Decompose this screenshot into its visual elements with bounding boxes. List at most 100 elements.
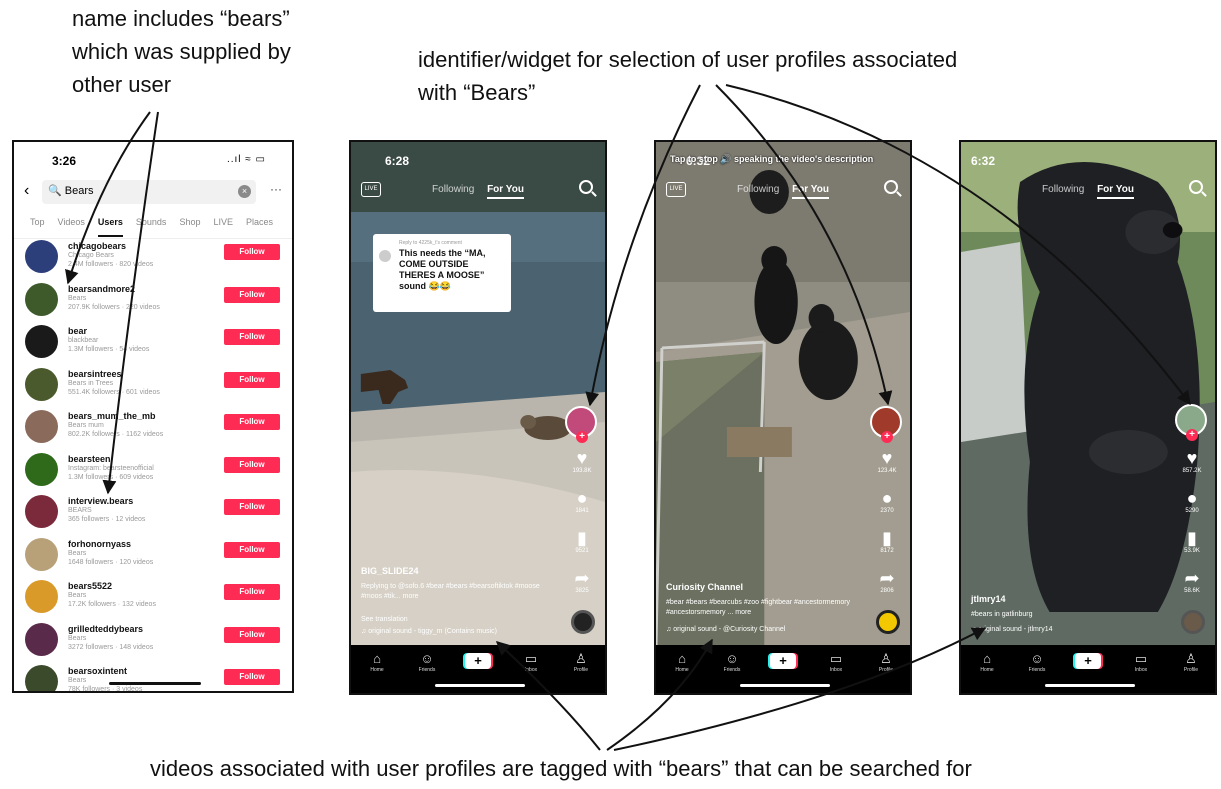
sound-label[interactable]: ♫ original sound - tiggy_m (Contains mus… xyxy=(361,628,497,635)
creator-profile-widget[interactable]: + xyxy=(870,406,902,443)
username[interactable]: bear xyxy=(68,326,87,336)
nav-friends[interactable]: ☺ Friends xyxy=(712,651,752,673)
avatar[interactable] xyxy=(25,580,58,613)
save-button[interactable]: ▮ 9521 xyxy=(571,528,593,554)
create-button[interactable]: + xyxy=(465,653,491,669)
tab-users[interactable]: Users xyxy=(97,214,123,237)
comment-button[interactable]: ● 1841 xyxy=(571,488,593,514)
user-result-row[interactable]: grilledteddybears Bears 3272 followers · 1… xyxy=(14,619,292,662)
tab-places[interactable]: Places xyxy=(246,214,273,238)
search-icon[interactable] xyxy=(579,180,593,194)
tab-top[interactable]: Top xyxy=(30,214,45,238)
follow-button[interactable]: Follow xyxy=(224,584,280,600)
nav-inbox[interactable]: ▭ Inbox xyxy=(1121,651,1161,673)
username[interactable]: bears5522 xyxy=(68,581,112,591)
tab-videos[interactable]: Videos xyxy=(58,214,85,238)
create-button[interactable]: + xyxy=(770,653,796,669)
tab-sounds[interactable]: Sounds xyxy=(136,214,167,238)
author-name[interactable]: jtlmry14 xyxy=(971,594,1006,604)
follow-button[interactable]: Follow xyxy=(224,669,280,685)
nav-friends[interactable]: ☺ Friends xyxy=(407,651,447,673)
search-input[interactable]: 🔍 Bears × xyxy=(42,180,256,204)
username[interactable]: grilledteddybears xyxy=(68,624,143,634)
search-icon[interactable] xyxy=(1189,180,1203,194)
like-button[interactable]: ♥ 193.8K xyxy=(571,448,593,474)
username[interactable]: chicagobears xyxy=(68,241,126,251)
creator-profile-widget[interactable]: + xyxy=(565,406,597,443)
save-button[interactable]: ▮ 53.9K xyxy=(1181,528,1203,554)
user-result-row[interactable]: bears_mum_the_mb Bears mum 802.2K follower… xyxy=(14,406,292,449)
nav-home[interactable]: ⌂ Home xyxy=(357,651,397,673)
music-disc-icon[interactable] xyxy=(876,610,900,634)
video-caption[interactable]: #bears in gatlinburg xyxy=(971,610,1171,620)
nav-home[interactable]: ⌂ Home xyxy=(662,651,702,673)
create-button[interactable]: + xyxy=(1075,653,1101,669)
share-button[interactable]: ➦ 58.6K xyxy=(1181,568,1203,594)
share-button[interactable]: ➦ 3825 xyxy=(571,568,593,594)
follow-button[interactable]: Follow xyxy=(224,626,280,643)
like-button[interactable]: ♥ 123.4K xyxy=(876,448,898,474)
avatar[interactable] xyxy=(25,410,58,443)
music-disc-icon[interactable] xyxy=(1181,610,1205,634)
follow-button[interactable]: Follow xyxy=(224,329,280,345)
video-caption[interactable]: #bear #bears #bearcubs #zoo #fightbear #… xyxy=(666,598,866,618)
user-result-row[interactable]: bear blackbear 1.3M followers · 54 videos F… xyxy=(14,321,292,364)
tab-following[interactable]: Following xyxy=(737,184,779,195)
author-name[interactable]: BIG_SLIDE24 xyxy=(361,566,419,576)
follow-plus-icon[interactable]: + xyxy=(1186,429,1198,441)
follow-button[interactable]: Follow xyxy=(224,244,280,260)
avatar[interactable] xyxy=(25,240,58,273)
save-button[interactable]: ▮ 8172 xyxy=(876,528,898,554)
nav-friends[interactable]: ☺ Friends xyxy=(1017,651,1057,673)
nav-home[interactable]: ⌂ Home xyxy=(967,651,1007,673)
author-name[interactable]: Curiosity Channel xyxy=(666,582,743,592)
tab-following[interactable]: Following xyxy=(1042,184,1084,195)
follow-button[interactable]: Follow xyxy=(224,371,280,388)
music-disc-icon[interactable] xyxy=(571,610,595,634)
search-icon[interactable] xyxy=(884,180,898,194)
user-result-row[interactable]: bearsoxintent Bears 78K followers · 3 vide… xyxy=(14,661,292,691)
tab-live[interactable]: LIVE xyxy=(213,214,233,238)
nav-inbox[interactable]: ▭ Inbox xyxy=(511,651,551,673)
avatar[interactable] xyxy=(25,537,58,571)
nav-profile[interactable]: ♙ Profile xyxy=(866,651,906,673)
user-result-row[interactable]: forhonornyass Bears 1648 followers · 120 v… xyxy=(14,534,292,577)
avatar[interactable] xyxy=(25,325,58,358)
avatar[interactable] xyxy=(25,367,58,401)
user-result-row[interactable]: bearsintrees Bears in Trees 551.4K followe… xyxy=(14,364,292,407)
avatar[interactable] xyxy=(25,665,58,691)
avatar[interactable] xyxy=(25,452,58,486)
accessibility-banner[interactable]: Tap to stop 🔊 speaking the video's descr… xyxy=(670,154,873,165)
like-button[interactable]: ♥ 857.2K xyxy=(1181,448,1203,474)
nav-inbox[interactable]: ▭ Inbox xyxy=(816,651,856,673)
username[interactable]: interview.bears xyxy=(68,496,133,506)
back-arrow-icon[interactable]: ‹ xyxy=(24,182,29,200)
share-button[interactable]: ➦ 2806 xyxy=(876,568,898,594)
tab-following[interactable]: Following xyxy=(432,184,474,195)
tab-for-you[interactable]: For You xyxy=(1097,184,1134,199)
follow-button[interactable]: Follow xyxy=(224,456,280,473)
username[interactable]: bearsintrees xyxy=(68,369,122,379)
tab-for-you[interactable]: For You xyxy=(487,184,524,199)
username[interactable]: bearsandmore2 xyxy=(68,284,135,294)
tab-for-you[interactable]: For You xyxy=(792,184,829,199)
user-result-row[interactable]: bearsteen Instagram: bearsteenofficial 1.3… xyxy=(14,449,292,492)
translation-link[interactable]: See translation xyxy=(361,616,408,623)
avatar[interactable] xyxy=(25,495,58,528)
user-result-row[interactable]: bearsandmore2 Bears 207.9K followers · 220… xyxy=(14,279,292,322)
avatar[interactable] xyxy=(25,282,58,316)
nav-profile[interactable]: ♙ Profile xyxy=(1171,651,1211,673)
user-result-row[interactable]: chicagobears Chicago Bears 2.4M followers … xyxy=(14,236,292,279)
clear-icon[interactable]: × xyxy=(238,185,251,198)
video-caption[interactable]: Replying to @sofo.6 #bear #bears #bearso… xyxy=(361,582,561,602)
more-icon[interactable]: ··· xyxy=(270,182,282,196)
follow-button[interactable]: Follow xyxy=(224,414,280,430)
sound-label[interactable]: ♫ original sound - jtlmry14 xyxy=(971,626,1053,633)
follow-button[interactable]: Follow xyxy=(224,499,280,515)
username[interactable]: bearsoxintent xyxy=(68,666,127,676)
user-result-row[interactable]: bears5522 Bears 17.2K followers · 132 vide… xyxy=(14,576,292,619)
comment-button[interactable]: ● 2370 xyxy=(876,488,898,514)
creator-profile-widget[interactable]: + xyxy=(1175,404,1207,441)
username[interactable]: forhonornyass xyxy=(68,539,131,549)
follow-plus-icon[interactable]: + xyxy=(576,431,588,443)
